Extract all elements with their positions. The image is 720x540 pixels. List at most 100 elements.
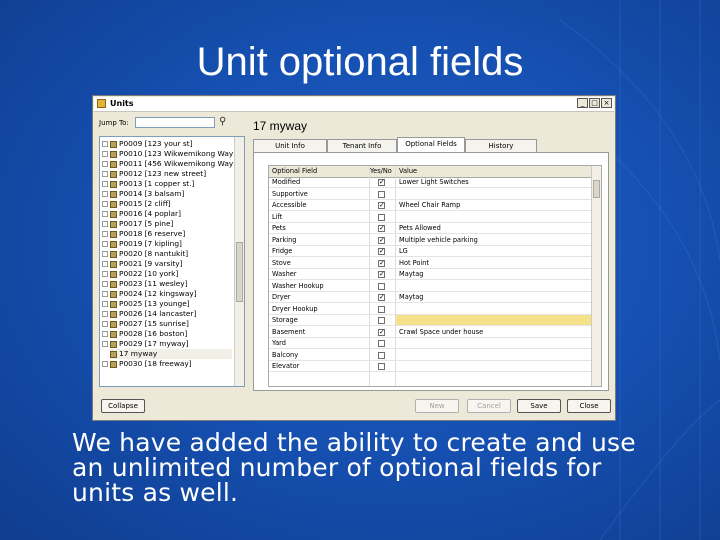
tree-item[interactable]: P0012 [123 new street] <box>100 169 232 179</box>
table-row[interactable]: Storage <box>269 315 594 326</box>
expand-icon[interactable] <box>102 341 108 347</box>
tree-item[interactable]: P0018 [6 reserve] <box>100 229 232 239</box>
table-row[interactable]: Stove ✓ Hot Point <box>269 258 594 269</box>
tree-item[interactable]: P0021 [9 varsity] <box>100 259 232 269</box>
yes-no-checkbox[interactable]: ✓ <box>378 328 385 336</box>
yes-no-checkbox[interactable] <box>378 351 385 359</box>
tree-item[interactable]: P0024 [12 kingsway] <box>100 289 232 299</box>
expand-icon[interactable] <box>102 191 108 197</box>
value-cell[interactable]: Wheel Chair Ramp <box>396 200 594 210</box>
value-cell[interactable] <box>396 350 594 360</box>
value-cell[interactable] <box>396 361 594 371</box>
value-cell[interactable]: Pets Allowed <box>396 223 594 233</box>
expand-icon[interactable] <box>102 261 108 267</box>
expand-icon[interactable] <box>102 231 108 237</box>
tab-optional-fields[interactable]: Optional Fields <box>397 137 465 153</box>
yes-no-checkbox[interactable]: ✓ <box>378 202 385 209</box>
expand-icon[interactable] <box>102 271 108 277</box>
maximize-button[interactable]: □ <box>589 98 600 108</box>
expand-icon[interactable] <box>102 251 108 257</box>
table-row[interactable]: Fridge ✓ LG <box>269 246 594 257</box>
tree-item[interactable]: P0009 [123 your st] <box>100 139 232 149</box>
expand-icon[interactable] <box>102 331 108 337</box>
value-cell[interactable] <box>396 304 594 314</box>
expand-icon[interactable] <box>102 151 108 157</box>
tree-item[interactable]: P0022 [10 york] <box>100 269 232 279</box>
tree-item[interactable]: P0019 [7 kipling] <box>100 239 232 249</box>
table-row[interactable]: Dryer Hookup <box>269 304 594 315</box>
table-row[interactable]: Parking ✓ Multiple vehicle parking <box>269 235 594 246</box>
expand-icon[interactable] <box>102 201 108 207</box>
tree-item[interactable]: P0016 [4 poplar] <box>100 209 232 219</box>
unit-tree[interactable]: P0009 [123 your st] P0010 [123 Wikwemiko… <box>99 136 245 387</box>
yes-no-checkbox[interactable] <box>378 190 385 198</box>
tree-item[interactable]: P0011 [456 Wikwemikong Way] <box>100 159 236 169</box>
table-row[interactable]: Washer ✓ Maytag <box>269 269 594 280</box>
expand-icon[interactable] <box>102 291 108 297</box>
yes-no-checkbox[interactable]: ✓ <box>378 294 385 301</box>
value-cell[interactable] <box>396 189 594 199</box>
value-cell[interactable]: Lower Light Switches <box>396 177 594 187</box>
tab-history[interactable]: History <box>465 139 537 152</box>
value-cell[interactable]: Crawl Space under house <box>396 327 594 337</box>
expand-icon[interactable] <box>102 361 108 367</box>
yes-no-checkbox[interactable]: ✓ <box>378 259 385 267</box>
tree-item[interactable]: P0015 [2 cliff] <box>100 199 232 209</box>
tab-unit-info[interactable]: Unit Info <box>253 139 327 152</box>
expand-icon[interactable] <box>102 281 108 287</box>
table-row[interactable]: Yard <box>269 338 594 349</box>
tree-item[interactable]: P0013 [1 copper st.] <box>100 179 232 189</box>
expand-icon[interactable] <box>102 301 108 307</box>
table-row[interactable]: Lift <box>269 212 594 223</box>
table-row[interactable]: Elevator <box>269 361 594 372</box>
expand-icon[interactable] <box>102 171 108 177</box>
expand-icon[interactable] <box>102 141 108 147</box>
cancel-button[interactable]: Cancel <box>467 399 511 413</box>
table-row[interactable]: Modified ✓ Lower Light Switches <box>269 177 594 188</box>
table-row[interactable]: Dryer ✓ Maytag <box>269 292 594 303</box>
value-cell[interactable] <box>396 212 594 222</box>
value-cell[interactable]: Maytag <box>396 292 594 302</box>
close-button[interactable]: Close <box>567 399 611 413</box>
tree-item[interactable]: P0029 [17 myway] <box>100 339 232 349</box>
yes-no-checkbox[interactable] <box>378 213 385 221</box>
search-icon[interactable]: ⚲ <box>219 116 226 127</box>
value-cell[interactable]: Maytag <box>396 269 594 279</box>
tree-item-selected[interactable]: 17 myway <box>110 349 232 359</box>
expand-icon[interactable] <box>102 221 108 227</box>
tree-item[interactable]: P0027 [15 sunrise] <box>100 319 232 329</box>
tree-item[interactable]: P0020 [8 nantukit] <box>100 249 232 259</box>
grid-scroll-thumb[interactable] <box>593 180 600 198</box>
yes-no-checkbox[interactable]: ✓ <box>378 248 385 255</box>
new-button[interactable]: New <box>415 399 459 413</box>
tree-item[interactable]: P0025 [13 younge] <box>100 299 232 309</box>
collapse-button[interactable]: Collapse <box>101 399 145 413</box>
minimize-button[interactable]: _ <box>577 98 588 108</box>
tab-tenant-info[interactable]: Tenant Info <box>327 139 397 152</box>
yes-no-checkbox[interactable] <box>378 340 385 347</box>
tree-item[interactable]: P0026 [14 lancaster] <box>100 309 232 319</box>
tree-item[interactable]: P0028 [16 boston] <box>100 329 232 339</box>
table-row[interactable]: Balcony <box>269 350 594 361</box>
yes-no-checkbox[interactable]: ✓ <box>378 225 385 232</box>
grid-scrollbar[interactable] <box>591 166 601 386</box>
yes-no-checkbox[interactable] <box>378 363 385 370</box>
value-cell[interactable] <box>396 281 594 291</box>
expand-icon[interactable] <box>102 211 108 217</box>
value-cell[interactable] <box>396 315 594 325</box>
yes-no-checkbox[interactable]: ✓ <box>378 271 385 278</box>
table-row[interactable]: Washer Hookup <box>269 281 594 292</box>
yes-no-checkbox[interactable] <box>378 305 385 313</box>
value-cell[interactable]: Multiple vehicle parking <box>396 235 594 245</box>
table-row[interactable]: Pets ✓ Pets Allowed <box>269 223 594 234</box>
table-row[interactable]: Supportive <box>269 189 594 200</box>
table-row[interactable]: Basement ✓ Crawl Space under house <box>269 327 594 338</box>
yes-no-checkbox[interactable] <box>378 317 385 324</box>
tree-item[interactable]: P0030 [18 freeway] <box>100 359 232 369</box>
value-cell[interactable] <box>396 338 594 348</box>
tree-scrollbar[interactable] <box>234 137 244 386</box>
expand-icon[interactable] <box>102 241 108 247</box>
save-button[interactable]: Save <box>517 399 561 413</box>
tree-item[interactable]: P0017 [5 pine] <box>100 219 232 229</box>
jump-to-input[interactable] <box>135 117 215 128</box>
